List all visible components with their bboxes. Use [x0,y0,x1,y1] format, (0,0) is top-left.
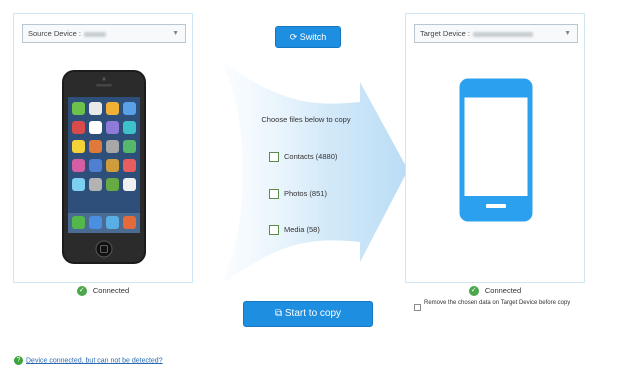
check-circle-icon: ✓ [76,286,87,297]
target-status: ✓ Connected [406,286,584,297]
question-icon: ? [14,356,23,365]
help-link-text: Device connected, but can not be detecte… [26,357,163,365]
photos-label: Photos (851) [284,189,327,198]
check-circle-icon: ✓ [468,286,479,297]
source-device-label: Source Device : [28,29,81,38]
file-option-contacts[interactable]: Contacts (4880) [269,151,338,163]
source-status: ✓ Connected [14,286,192,297]
iphone-device-image [62,70,146,264]
contacts-label: Contacts (4880) [284,152,338,161]
target-status-text: Connected [484,286,522,295]
media-label: Media (58) [284,225,320,234]
source-device-name-blurred [83,31,106,37]
file-option-media[interactable]: Media (58) [269,224,320,236]
target-device-name-blurred [473,31,534,37]
switch-button-label: Switch [299,32,327,42]
chevron-down-icon: ▼ [172,30,179,37]
photos-checkbox[interactable] [269,189,279,200]
switch-button[interactable]: ⟳ Switch [275,26,341,48]
phone-outline-icon [459,78,533,222]
media-checkbox[interactable] [269,225,279,236]
target-device-panel: Target Device : ▼ ✓ Connected [405,13,585,297]
device-help-link[interactable]: ? Device connected, but can not be detect… [14,356,163,365]
source-device-panel: Source Device : ▼ ✓ Connected [13,13,193,297]
remove-data-label: Remove the chosen data on Target Device … [424,300,571,306]
file-option-photos[interactable]: Photos (851) [269,188,327,200]
target-device-label: Target Device : [420,29,471,38]
remove-data-checkbox[interactable] [414,304,421,311]
refresh-icon: ⟳ [289,32,298,42]
chevron-down-icon: ▼ [564,30,571,37]
copy-icon: ⧉ [274,308,283,319]
remove-data-option[interactable]: Remove the chosen data on Target Device … [414,300,584,311]
start-copy-button[interactable]: ⧉ Start to copy [243,301,373,327]
source-status-text: Connected [92,286,130,295]
choose-files-title: Choose files below to copy [261,115,351,124]
contacts-checkbox[interactable] [269,152,279,163]
start-copy-label: Start to copy [284,308,342,319]
target-device-select[interactable]: Target Device : ▼ [414,24,578,43]
transfer-arrow-graphic [222,62,408,284]
source-device-select[interactable]: Source Device : ▼ [22,24,186,43]
